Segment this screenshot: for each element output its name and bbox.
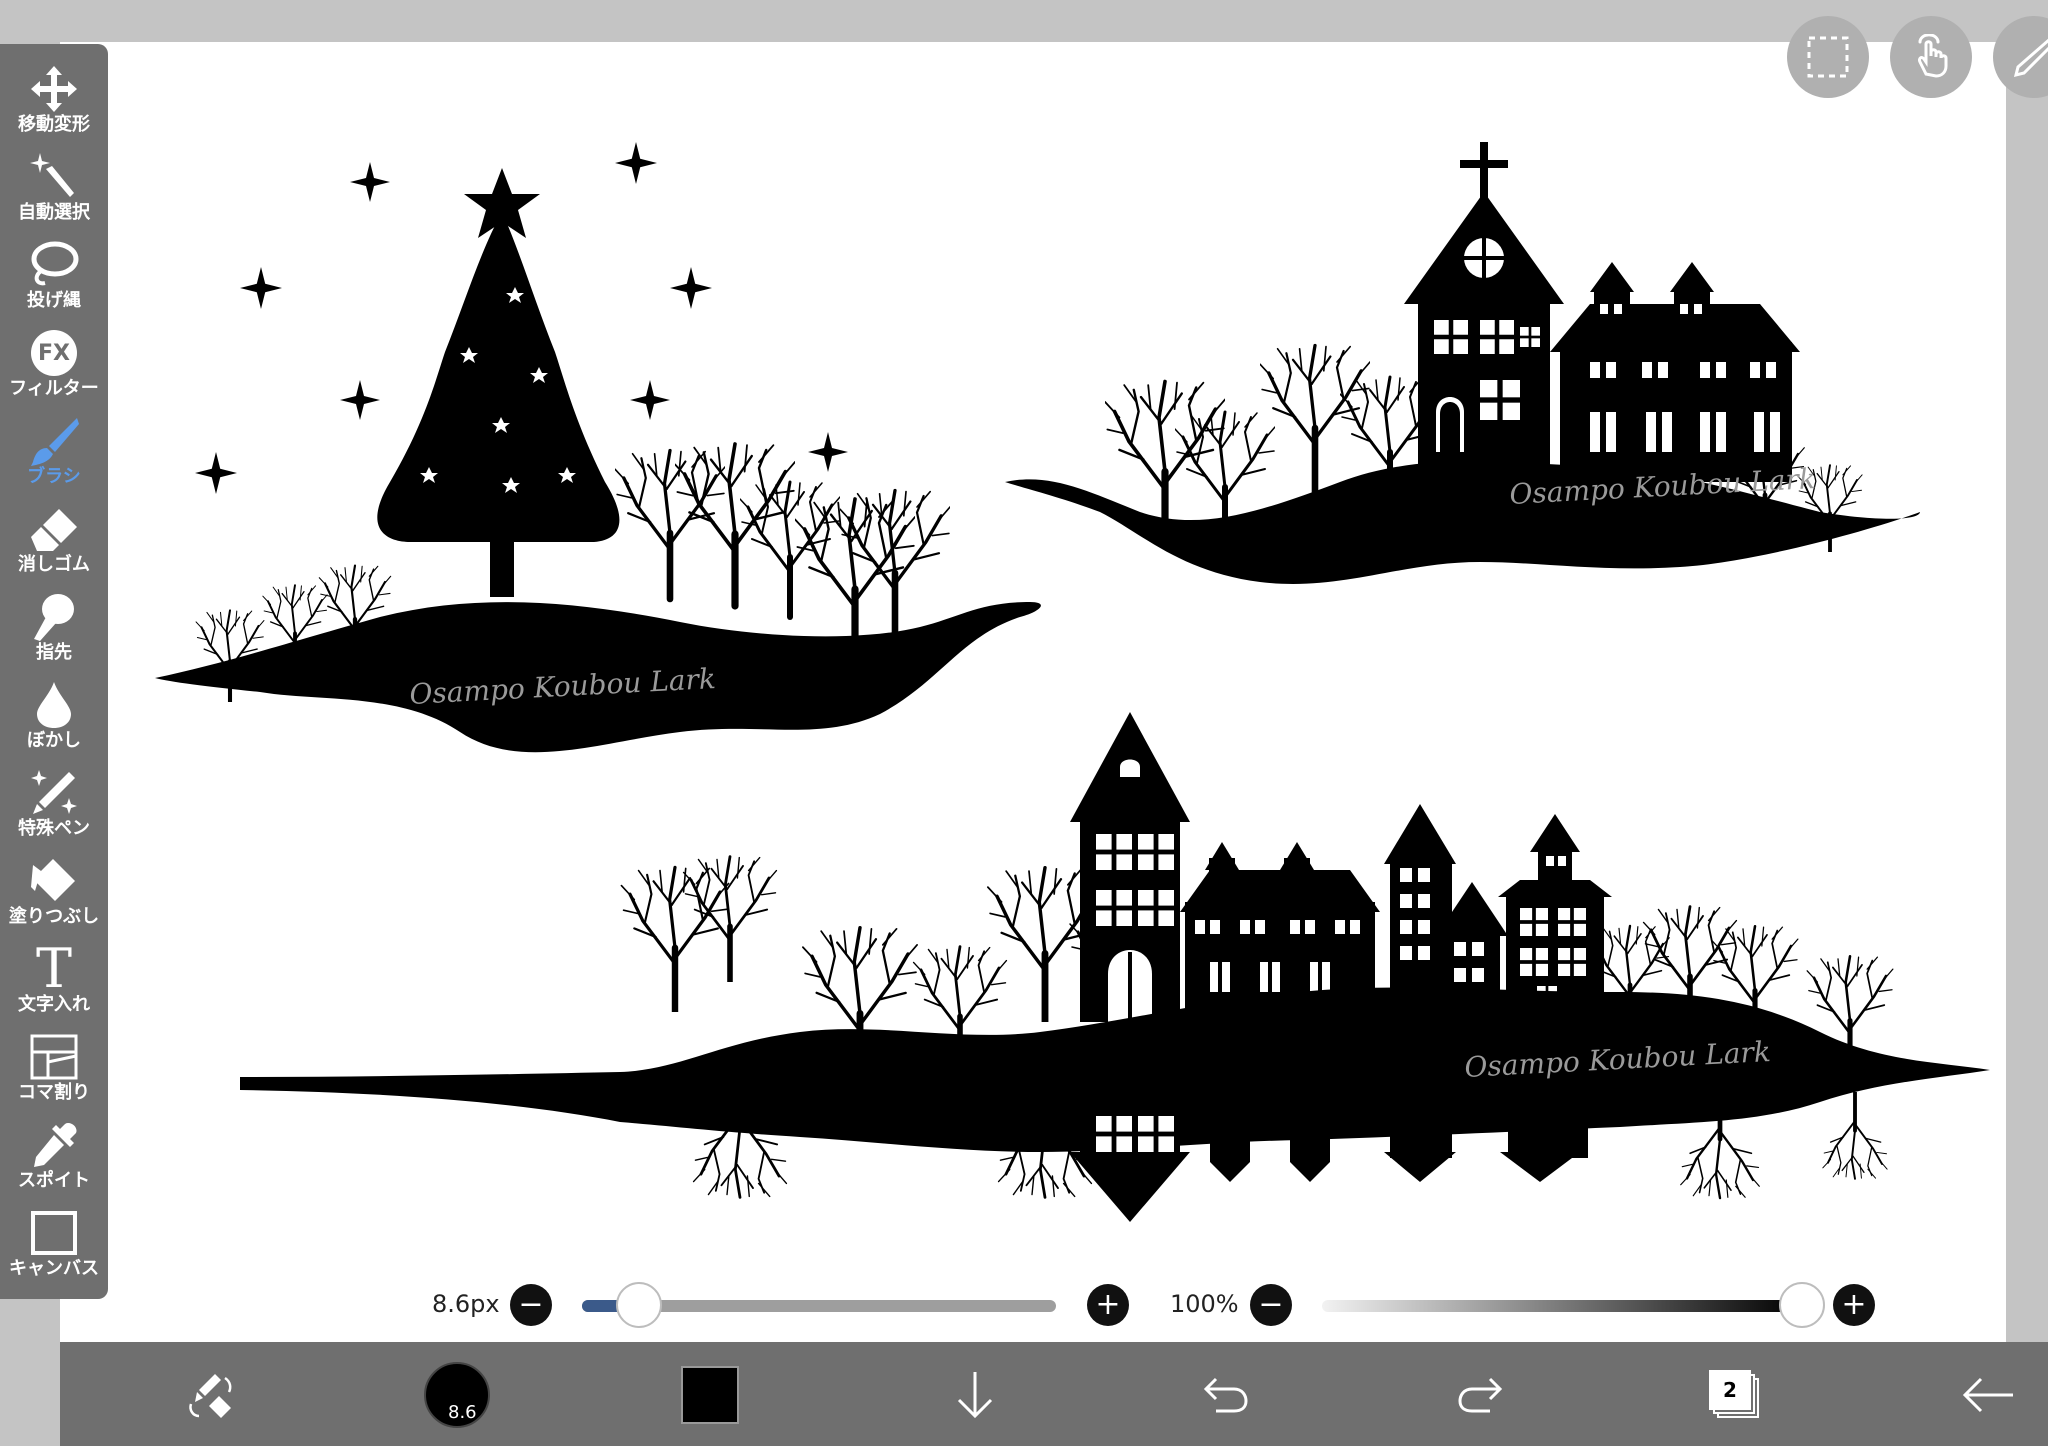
tree-island-scene: Osampo Koubou Lark [155,142,1041,753]
tool-auto-select[interactable]: 自動選択 [0,152,108,240]
brush-eraser-swap-icon [189,1374,232,1418]
tool-label: 文字入れ [18,994,90,1015]
opacity-label: 100% [1170,1290,1239,1318]
sparkle-star [670,267,712,309]
special-pen-icon [26,768,82,818]
tool-label: スポイト [18,1170,90,1191]
arrow-left-icon [1962,1377,2013,1413]
tool-palette: 移動変形 自動選択 投げ縄 FX フィルター ブラシ 消しゴム 指先 ぼかし 特… [0,44,108,1299]
blur-drop-icon [26,680,82,730]
fx-filter-icon: FX [26,328,82,378]
tool-eraser[interactable]: 消しゴム [0,504,108,592]
sparkle-star [615,142,657,184]
arrow-down-icon [957,1372,993,1419]
lasso-icon [26,240,82,290]
panel-divide-icon [26,1032,82,1082]
touch-mode-button[interactable] [1890,16,1972,98]
selection-toggle-button[interactable] [1787,16,1869,98]
sparkle-star [340,380,380,420]
brush-size-increase-button[interactable]: + [1087,1284,1129,1326]
tool-move-transform[interactable]: 移動変形 [0,64,108,152]
fill-bucket-icon [26,856,82,906]
tool-label: 特殊ペン [18,818,90,839]
tool-label: 投げ縄 [27,290,81,311]
redo-icon [1458,1377,1503,1413]
dashed-selection-icon [1807,36,1849,78]
town-island-scene: Osampo Koubou Lark [240,712,1990,1222]
tool-label: ブラシ [27,466,81,487]
tool-fill[interactable]: 塗りつぶし [0,856,108,944]
back-button[interactable] [1948,1360,2028,1430]
tool-label: キャンバス [9,1258,99,1279]
tool-special-pen[interactable]: 特殊ペン [0,768,108,856]
brush-size-preview-button[interactable]: 8.6 [422,1360,492,1430]
finger-smudge-icon [26,592,82,642]
brush-size-decrease-button[interactable]: − [510,1284,552,1326]
opacity-increase-button[interactable]: + [1833,1284,1875,1326]
brush-icon [26,416,82,466]
christmas-tree [377,212,620,542]
layer-move-down-button[interactable] [940,1360,1010,1430]
current-color-swatch [681,1366,739,1424]
sparkle-star [240,267,282,309]
ruler-pen-icon [2013,38,2048,78]
move-arrows-icon [26,64,82,114]
tool-filter[interactable]: FX フィルター [0,328,108,416]
tool-panel-divide[interactable]: コマ割り [0,1032,108,1120]
undo-icon [1203,1377,1248,1413]
canvas-icon [26,1208,82,1258]
swap-tool-button[interactable] [170,1360,250,1430]
tool-label: ぼかし [27,730,81,751]
layers-stack-icon: 2 [1709,1370,1761,1420]
tool-blur[interactable]: ぼかし [0,680,108,768]
eraser-icon [26,504,82,554]
undo-button[interactable] [1190,1360,1260,1430]
opacity-slider[interactable] [1322,1300,1802,1312]
church-island-scene: Osampo Koubou Lark [1005,142,1920,585]
redo-button[interactable] [1446,1360,1516,1430]
artwork: Osampo Koubou Lark Osampo Koubou Lark Os… [155,142,1990,1222]
tool-label: コマ割り [18,1082,90,1103]
sparkle-star [630,380,670,420]
tool-label: フィルター [9,378,99,399]
drawing-canvas[interactable]: Osampo Koubou Lark Osampo Koubou Lark Os… [60,42,2006,1342]
text-icon: T [35,937,73,1000]
brush-settings-bar: 8.6px − + 100% − + [420,1276,1920,1334]
layers-button[interactable]: 2 [1700,1360,1770,1430]
tool-label: 消しゴム [18,554,90,575]
layer-count: 2 [1709,1370,1751,1410]
tool-label: 移動変形 [18,114,90,135]
tool-lasso[interactable]: 投げ縄 [0,240,108,328]
sparkle-star [808,432,848,472]
sparkle-star [350,162,390,202]
tool-label: 塗りつぶし [8,906,100,927]
opacity-decrease-button[interactable]: − [1250,1284,1292,1326]
tool-eyedropper[interactable]: スポイト [0,1120,108,1208]
magic-wand-icon [26,152,82,202]
brush-size-knob[interactable] [615,1282,662,1328]
tool-text[interactable]: T 文字入れ [0,937,108,1032]
tool-label: 自動選択 [18,202,90,223]
tool-finger[interactable]: 指先 [0,592,108,680]
brush-size-label: 8.6px [432,1290,500,1318]
tool-canvas[interactable]: キャンバス [0,1208,108,1296]
color-swatch-button[interactable] [678,1360,742,1430]
sparkle-star [195,452,237,494]
tool-label: 指先 [36,642,72,663]
eyedropper-icon [26,1120,82,1170]
tool-brush[interactable]: ブラシ [0,416,108,504]
brush-size-preview-label: 8.6 [448,1402,477,1423]
bottom-toolbar: 8.6 2 [60,1342,2048,1446]
touch-hand-icon [1918,34,1948,78]
opacity-knob[interactable] [1779,1282,1825,1328]
